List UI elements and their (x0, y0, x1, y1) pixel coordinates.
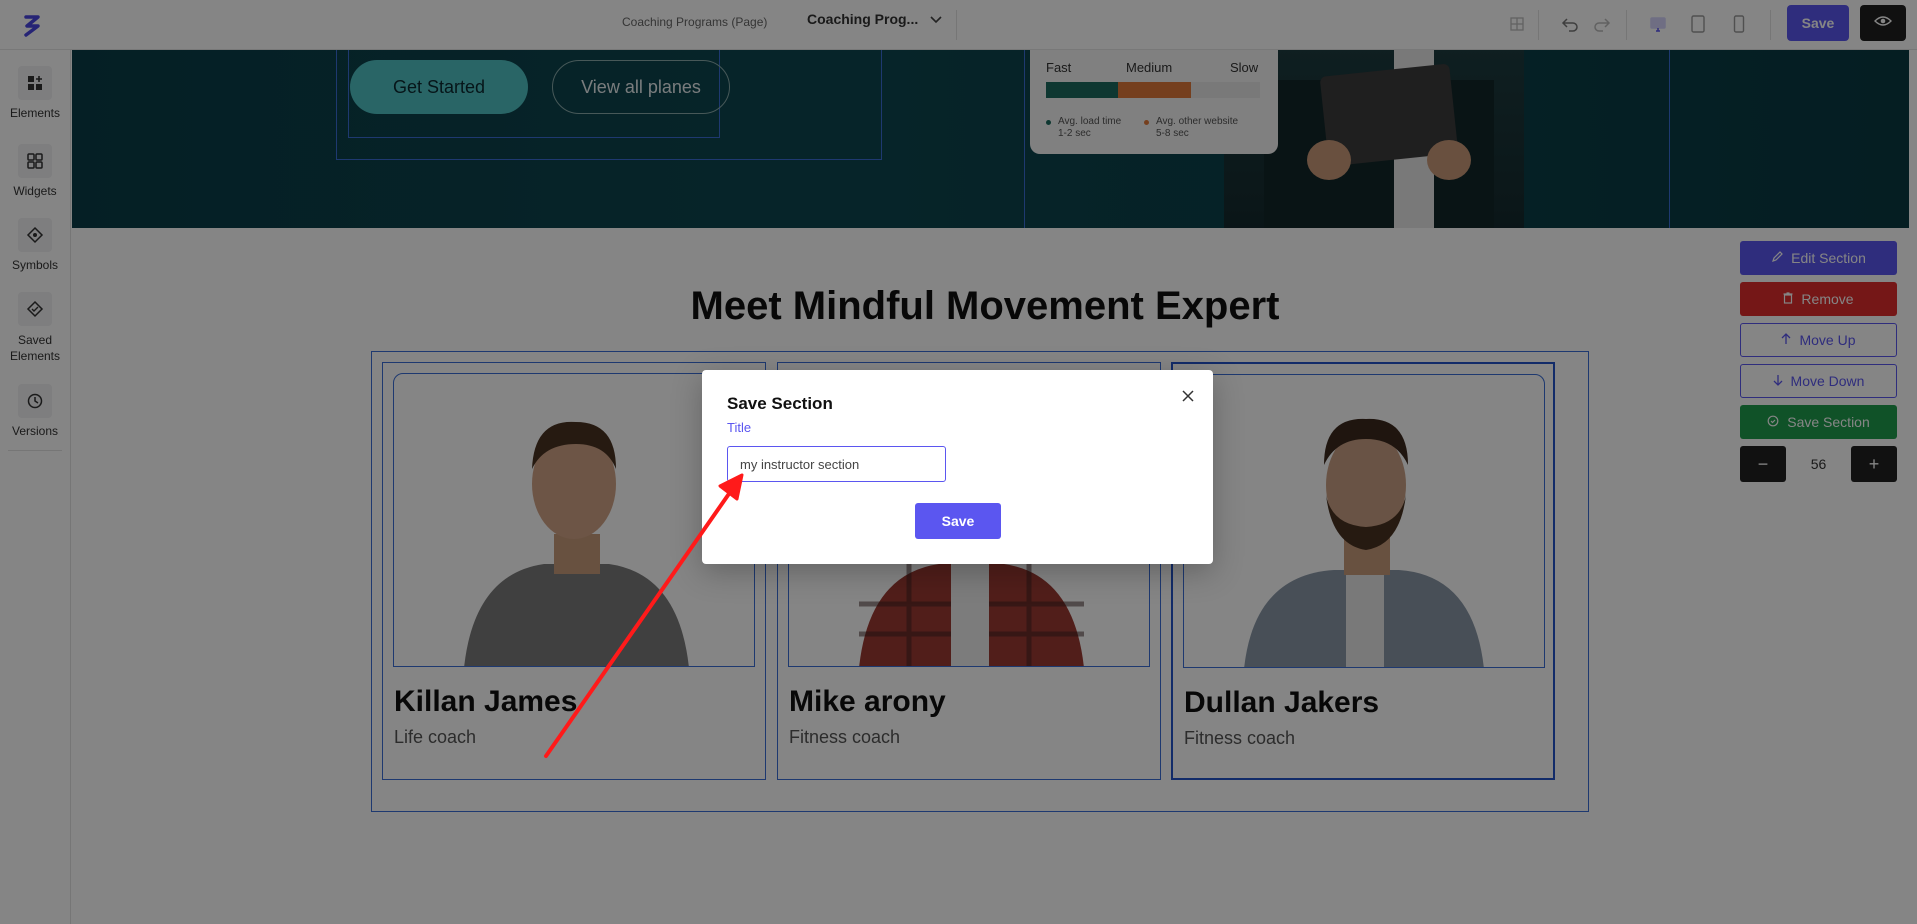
title-input[interactable] (727, 446, 946, 482)
close-icon[interactable] (1180, 388, 1196, 404)
save-section-modal: Save Section Title Save (702, 370, 1213, 564)
title-field-label: Title (727, 420, 752, 435)
modal-save-button[interactable]: Save (915, 503, 1001, 539)
modal-title: Save Section (727, 394, 833, 413)
